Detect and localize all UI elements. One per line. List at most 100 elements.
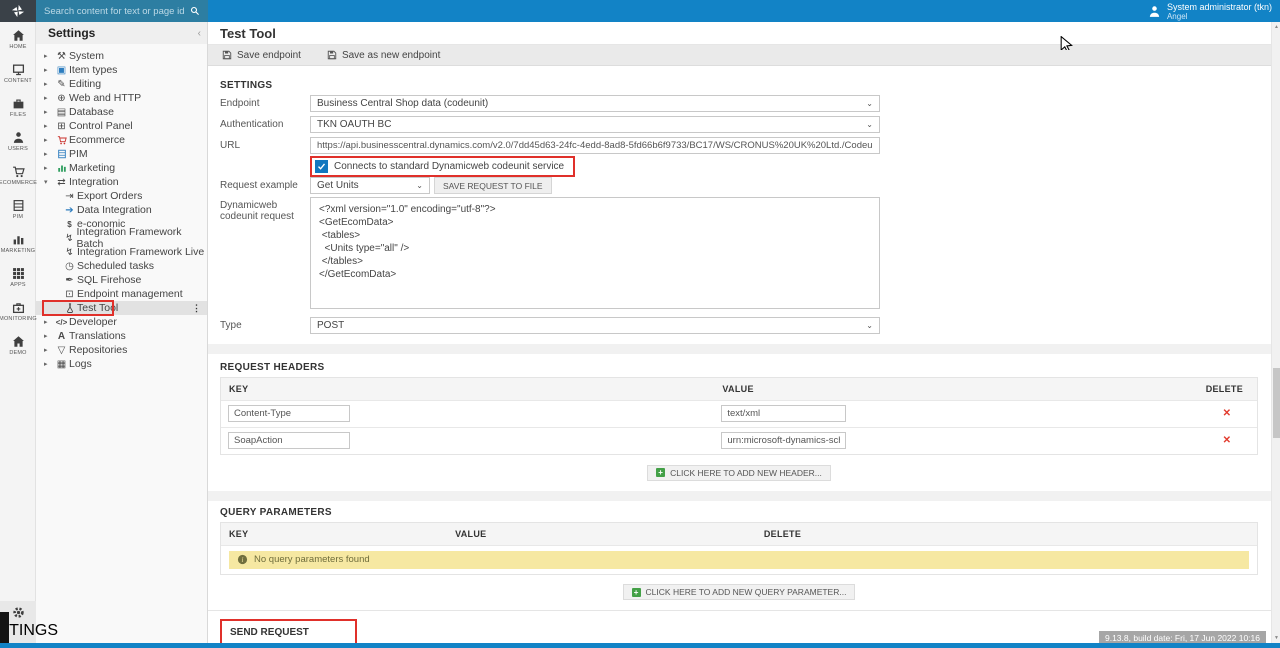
rail-item-users[interactable]: USERS — [0, 124, 36, 158]
settings-tree: ▸⚒System▸▣Item types▸✎Editing▸⊕Web and H… — [36, 44, 207, 371]
sidebar-item-label: System — [69, 50, 104, 62]
sidebar-item-endpoint-management[interactable]: ⊡Endpoint management — [36, 287, 207, 301]
sidebar-collapse-icon[interactable]: ‹ — [198, 28, 201, 39]
kebab-menu-icon[interactable]: ⋮ — [192, 303, 201, 314]
chevron-collapsed-icon[interactable]: ▸ — [44, 164, 54, 172]
header-value-input[interactable] — [721, 405, 846, 422]
rail-item-label: FILES — [10, 112, 26, 118]
sidebar-item-label: Scheduled tasks — [77, 260, 154, 272]
save-as-new-endpoint-button[interactable]: Save as new endpoint — [327, 50, 440, 61]
chevron-collapsed-icon[interactable]: ▸ — [44, 66, 54, 74]
rail-item-demo[interactable]: DEMO — [0, 328, 36, 362]
request-example-select[interactable]: Get Units ⌄ — [310, 177, 430, 194]
sidebar-item-label: Control Panel — [69, 120, 133, 132]
delete-row-icon[interactable]: ✕ — [1223, 435, 1231, 446]
header-value-input[interactable] — [721, 432, 846, 449]
vertical-scrollbar[interactable]: ▲ ▼ — [1271, 22, 1280, 643]
chevron-collapsed-icon[interactable]: ▸ — [44, 108, 54, 116]
sidebar-item-label: Export Orders — [77, 190, 142, 202]
chevron-collapsed-icon[interactable]: ▸ — [44, 80, 54, 88]
sidebar-item-label: PIM — [69, 148, 88, 160]
sidebar-item-pim[interactable]: ▸ PIM — [36, 147, 207, 161]
save-request-to-file-button[interactable]: SAVE REQUEST TO FILE — [434, 177, 552, 194]
dynamicweb-logo-icon[interactable] — [0, 0, 36, 22]
rail-item-monitoring[interactable]: MONITORING — [0, 294, 36, 328]
sidebar-item-sql-firehose[interactable]: ✒SQL Firehose — [36, 273, 207, 287]
col-delete: DELETE — [1206, 384, 1243, 394]
sidebar-item-translations[interactable]: ▸ATranslations — [36, 329, 207, 343]
bolt-icon: ↯ — [62, 233, 77, 244]
rail-item-pim[interactable]: PIM — [0, 192, 36, 226]
add-header-button[interactable]: + CLICK HERE TO ADD NEW HEADER... — [647, 465, 831, 481]
sidebar-item-web-and-http[interactable]: ▸⊕Web and HTTP — [36, 91, 207, 105]
query-parameters-header: KEY VALUE DELETE — [221, 523, 1257, 545]
rail-item-marketing[interactable]: MARKETING — [0, 226, 36, 260]
sidebar-item-developer[interactable]: ▸</>Developer — [36, 315, 207, 329]
header-row: ✕ — [221, 400, 1257, 427]
type-select[interactable]: POST ⌄ — [310, 317, 880, 334]
sidebar-item-database[interactable]: ▸▤Database — [36, 105, 207, 119]
chevron-collapsed-icon[interactable]: ▸ — [44, 52, 54, 60]
rail-item-content[interactable]: CONTENT — [0, 56, 36, 90]
chevron-collapsed-icon[interactable]: ▸ — [44, 122, 54, 130]
chevron-expanded-icon[interactable]: ▾ — [44, 178, 54, 186]
sidebar-item-editing[interactable]: ▸✎Editing — [36, 77, 207, 91]
code-icon: </> — [54, 318, 69, 327]
sidebar-item-integration-framework-live[interactable]: ↯Integration Framework Live — [36, 245, 207, 259]
sidebar-item-integration[interactable]: ▾⇄Integration — [36, 175, 207, 189]
header-key-input[interactable] — [228, 405, 350, 422]
settings-sidebar: Settings ‹ ▸⚒System▸▣Item types▸✎Editing… — [36, 22, 208, 643]
authentication-select[interactable]: TKN OAUTH BC ⌄ — [310, 116, 880, 133]
delete-row-icon[interactable]: ✕ — [1223, 408, 1231, 419]
sidebar-item-label: Developer — [69, 316, 117, 328]
sidebar-item-ecommerce[interactable]: ▸Ecommerce — [36, 133, 207, 147]
user-menu[interactable]: System administrator (tkn) Angel — [1148, 0, 1272, 22]
chevron-collapsed-icon[interactable]: ▸ — [44, 150, 54, 158]
add-query-parameter-button[interactable]: + CLICK HERE TO ADD NEW QUERY PARAMETER.… — [623, 584, 856, 600]
rail-item-home[interactable]: HOME — [0, 22, 36, 56]
rail-item-apps[interactable]: APPS — [0, 260, 36, 294]
chevron-collapsed-icon[interactable]: ▸ — [44, 136, 54, 144]
request-example-label: Request example — [220, 177, 310, 194]
header-key-input[interactable] — [228, 432, 350, 449]
save-endpoint-button[interactable]: Save endpoint — [222, 50, 301, 61]
codeunit-request-textarea[interactable]: <?xml version="1.0" encoding="utf-8"?> <… — [310, 197, 880, 309]
chevron-collapsed-icon[interactable]: ▸ — [44, 346, 54, 354]
codeunit-checkbox[interactable] — [315, 160, 328, 173]
sidebar-item-scheduled-tasks[interactable]: ◷Scheduled tasks — [36, 259, 207, 273]
scroll-down-icon[interactable]: ▼ — [1272, 635, 1280, 641]
bottom-bar — [0, 643, 1280, 648]
pen-icon: ✒ — [62, 275, 77, 286]
chevron-collapsed-icon[interactable]: ▸ — [44, 360, 54, 368]
rail-item-files[interactable]: FILES — [0, 90, 36, 124]
col-key: KEY — [229, 529, 248, 539]
sidebar-item-integration-framework-batch[interactable]: ↯Integration Framework Batch — [36, 231, 207, 245]
scroll-up-icon[interactable]: ▲ — [1272, 24, 1280, 30]
type-label: Type — [220, 317, 310, 334]
chevron-collapsed-icon[interactable]: ▸ — [44, 318, 54, 326]
top-bar: Search content for text or page id Syste… — [0, 0, 1280, 22]
sidebar-item-item-types[interactable]: ▸▣Item types — [36, 63, 207, 77]
sidebar-item-control-panel[interactable]: ▸⊞Control Panel — [36, 119, 207, 133]
url-input[interactable] — [310, 137, 880, 154]
chevron-down-icon: ⌄ — [866, 321, 873, 330]
sidebar-item-data-integration[interactable]: ➔Data Integration — [36, 203, 207, 217]
rail-item-ecommerce[interactable]: ECOMMERCE — [0, 158, 36, 192]
sidebar-item-logs[interactable]: ▸▦Logs — [36, 357, 207, 371]
database-icon: ▤ — [54, 107, 69, 118]
sidebar-item-repositories[interactable]: ▸▽Repositories — [36, 343, 207, 357]
sidebar-item-test-tool[interactable]: Test Tool⋮ — [36, 301, 207, 315]
col-delete: DELETE — [764, 529, 801, 539]
sidebar-item-marketing[interactable]: ▸Marketing — [36, 161, 207, 175]
dollar-icon: $ — [62, 220, 77, 229]
global-search-input[interactable]: Search content for text or page id — [36, 0, 208, 22]
translate-icon: A — [54, 331, 69, 342]
sidebar-item-system[interactable]: ▸⚒System — [36, 49, 207, 63]
chevron-collapsed-icon[interactable]: ▸ — [44, 94, 54, 102]
url-label: URL — [220, 137, 310, 154]
scrollbar-thumb[interactable] — [1273, 368, 1280, 438]
rail-item-label: MONITORING — [0, 316, 37, 322]
chevron-collapsed-icon[interactable]: ▸ — [44, 332, 54, 340]
endpoint-select[interactable]: Business Central Shop data (codeunit) ⌄ — [310, 95, 880, 112]
sidebar-item-export-orders[interactable]: ⇥Export Orders — [36, 189, 207, 203]
